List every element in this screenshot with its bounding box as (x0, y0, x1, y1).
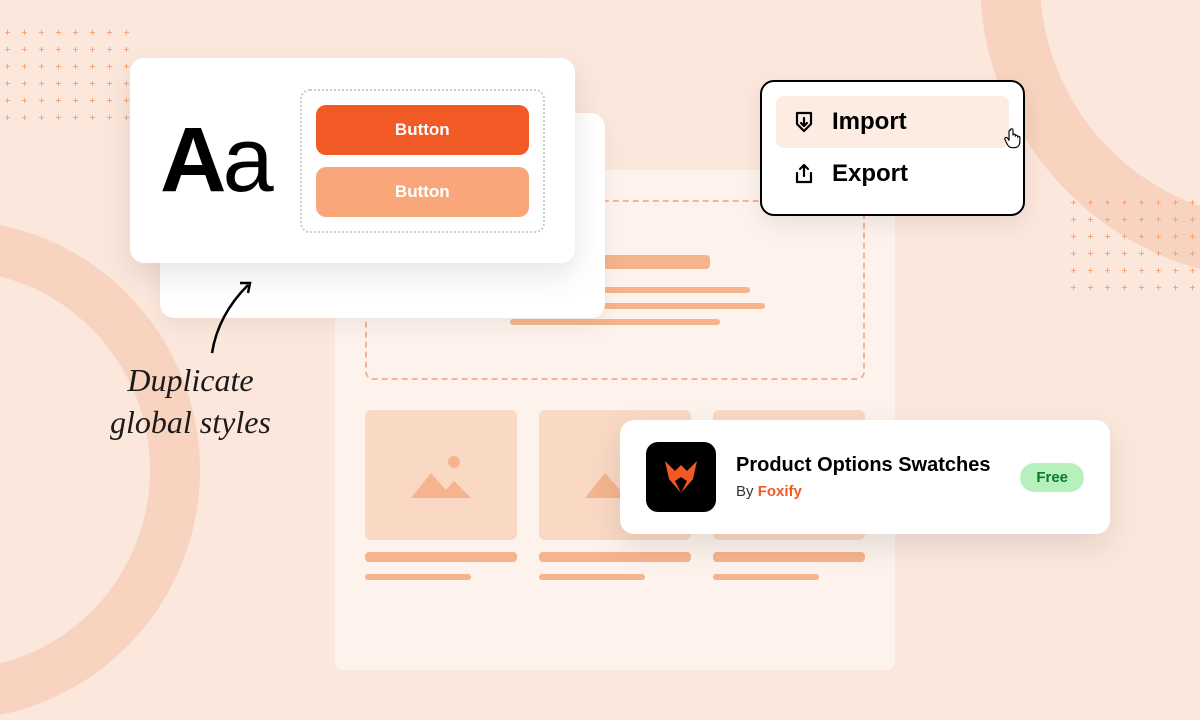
free-badge: Free (1020, 463, 1084, 492)
typography-card: Aa Button Button (130, 58, 575, 263)
dot-grid-left (5, 30, 129, 120)
foxify-logo-icon (646, 442, 716, 512)
app-info: Product Options Swatches By Foxify (736, 454, 1000, 500)
primary-button[interactable]: Button (316, 105, 529, 155)
dot-grid-right (1071, 200, 1195, 290)
import-export-panel: Import Export (760, 80, 1025, 216)
cursor-hand-icon (1001, 126, 1025, 150)
annotation-line-2: global styles (110, 404, 271, 440)
annotation-line-1: Duplicate (127, 362, 253, 398)
export-icon (792, 162, 816, 186)
import-icon (792, 110, 816, 134)
import-option[interactable]: Import (776, 96, 1009, 148)
app-brand: Foxify (758, 483, 802, 500)
app-title: Product Options Swatches (736, 454, 1000, 477)
export-label: Export (832, 160, 908, 188)
secondary-button[interactable]: Button (316, 167, 529, 217)
app-card[interactable]: Product Options Swatches By Foxify Free (620, 420, 1110, 534)
button-style-group: Button Button (300, 89, 545, 233)
font-sample: Aa (160, 108, 270, 213)
annotation-text: Duplicate global styles (110, 360, 271, 443)
import-label: Import (832, 108, 907, 136)
font-sample-lower: a (222, 108, 269, 213)
export-option[interactable]: Export (776, 148, 1009, 200)
app-author: By Foxify (736, 483, 1000, 500)
annotation-arrow (200, 275, 270, 360)
font-sample-upper: A (160, 108, 222, 213)
image-placeholder-icon (365, 410, 517, 540)
